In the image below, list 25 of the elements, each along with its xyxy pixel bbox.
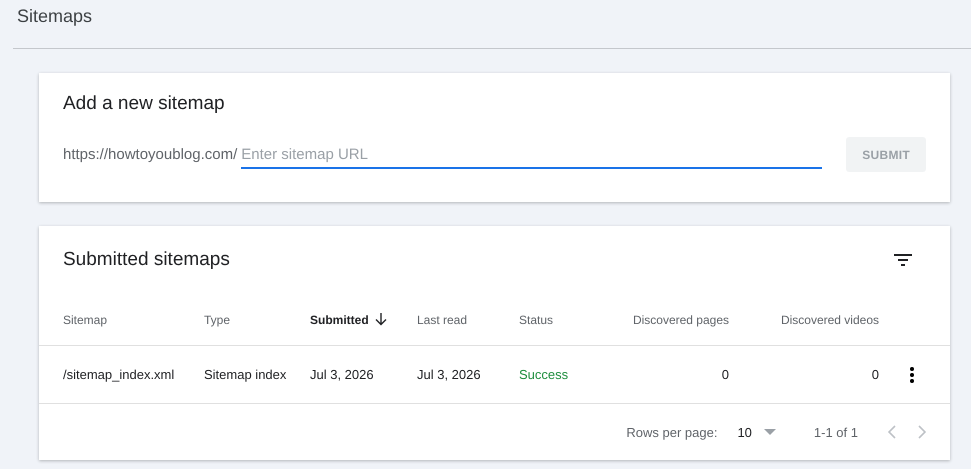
column-header[interactable]: Status [519, 312, 554, 326]
table-cell: 0 [872, 367, 879, 382]
column-header[interactable]: Submitted [310, 312, 387, 326]
column-header[interactable]: Discovered videos [780, 312, 879, 326]
table-cell: 0 [722, 367, 729, 382]
status-text: Success [519, 367, 568, 382]
more-options-icon[interactable] [910, 366, 914, 382]
url-prefix: https://howtoyoublog.com/ [63, 146, 238, 163]
table-cell: Jul 3, 2026 [417, 367, 481, 382]
rows-per-page-select[interactable]: 10 [737, 424, 776, 440]
table-cell: /sitemap_index.xml [63, 367, 174, 382]
card-title: Add a new sitemap [63, 93, 225, 115]
page-title: Sitemaps [17, 6, 92, 26]
rows-per-page-label: Rows per page: [626, 424, 718, 440]
caret-icon [764, 429, 776, 435]
column-header[interactable]: Type [204, 312, 230, 326]
sort-down-icon [374, 313, 387, 326]
column-header[interactable]: Discovered pages [632, 312, 729, 326]
table-cell: Jul 3, 2026 [310, 367, 374, 382]
card-title: Submitted sitemaps [63, 249, 230, 271]
page-range: 1-1 of 1 [814, 424, 858, 440]
filter-icon[interactable] [894, 254, 912, 266]
column-header[interactable]: Sitemap [63, 312, 108, 326]
table-cell: Sitemap index [204, 367, 286, 382]
column-header[interactable]: Last read [417, 312, 468, 326]
